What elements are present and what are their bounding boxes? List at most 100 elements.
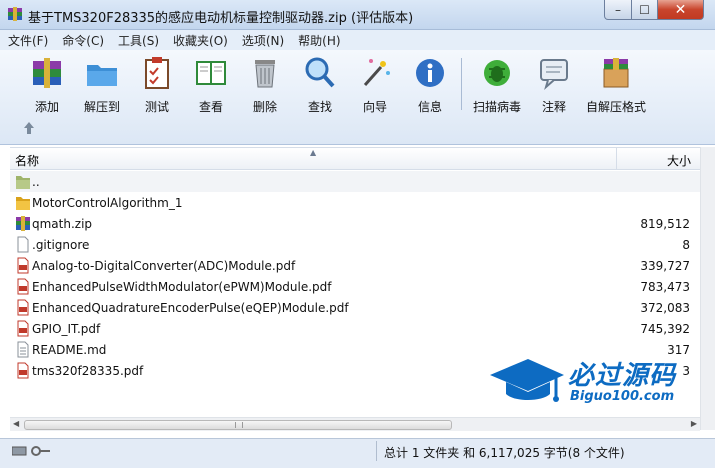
pdf-icon [17,299,29,316]
pdf-icon [17,362,29,379]
list-item[interactable]: GPIO_IT.pdf 745,392 [10,318,700,339]
drive-key-icon [12,446,50,456]
menu-file[interactable]: 文件(F) [8,32,48,49]
list-item[interactable]: MotorControlAlgorithm_1 [10,192,700,213]
column-header-size[interactable]: 大小 [667,152,691,169]
file-name: qmath.zip [32,217,93,231]
delete-button[interactable]: 删除 [245,55,285,114]
file-name: Analog-to-DigitalConverter(ADC)Module.pd… [32,259,296,273]
column-divider[interactable] [616,148,617,170]
file-size: 745,392 [640,322,690,336]
list-header: ▲ 名称 大小 [10,147,700,170]
winrar-icon [8,7,22,21]
wizard-wand-icon [363,59,390,86]
file-size: 783,473 [640,280,690,294]
menu-tools[interactable]: 工具(S) [118,32,159,49]
test-label: 测试 [144,100,169,114]
sfx-box-icon [603,58,629,88]
menu-bar: 文件(F) 命令(C) 工具(S) 收藏夹(O) 选项(N) 帮助(H) [0,30,715,50]
list-item[interactable]: EnhancedQuadratureEncoderPulse(eQEP)Modu… [10,297,700,318]
pdf-icon [17,257,29,274]
wizard-button[interactable]: 向导 [355,55,395,114]
add-archive-icon [33,58,61,88]
parent-folder-icon [16,176,30,189]
file-size: 339,727 [640,259,690,273]
horizontal-scrollbar[interactable]: ◀ ▶ [10,417,700,431]
sfx-button[interactable]: 自解压格式 [584,55,648,114]
test-clipboard-icon [145,57,169,89]
watermark-logo: 必过源码 Biguo100.com [488,353,703,413]
maximize-button[interactable]: ☐ [631,0,658,20]
scan-virus-button[interactable]: 扫描病毒 [470,55,524,114]
toolbar: 添加 解压到 测试 查看 删除 查找 向导 信息 扫描病毒 注释 自解压格式 [0,50,715,145]
text-file-icon [17,341,29,358]
graduation-cap-icon [490,359,564,402]
file-icon [17,236,29,253]
archive-icon [16,216,30,231]
view-button[interactable]: 查看 [190,55,232,114]
minimize-button[interactable]: – [604,0,632,20]
find-magnifier-icon [305,57,335,88]
status-separator [376,441,377,461]
scroll-left-icon[interactable]: ◀ [13,419,19,428]
toolbar-separator [461,58,462,110]
file-size: 372,083 [640,301,690,315]
column-header-name[interactable]: 名称 [15,152,39,169]
close-button[interactable]: ✕ [657,0,704,20]
menu-commands[interactable]: 命令(C) [62,32,104,49]
comment-button[interactable]: 注释 [534,55,574,114]
view-label: 查看 [198,100,223,114]
menu-help[interactable]: 帮助(H) [298,32,340,49]
wizard-label: 向导 [362,100,387,114]
menu-favorites[interactable]: 收藏夹(O) [173,32,228,49]
add-button[interactable]: 添加 [27,55,67,114]
file-name: tms320f28335.pdf [32,364,144,378]
list-item[interactable]: .gitignore 8 [10,234,700,255]
list-item[interactable]: EnhancedPulseWidthModulator(ePWM)Module.… [10,276,700,297]
view-book-icon [196,61,226,85]
file-size: 8 [682,238,690,252]
file-name: EnhancedQuadratureEncoderPulse(eQEP)Modu… [32,301,349,315]
info-icon [416,59,444,87]
virus-scan-icon [484,60,510,86]
extract-to-button[interactable]: 解压到 [80,55,124,114]
file-name: .. [32,175,40,189]
file-name: EnhancedPulseWidthModulator(ePWM)Module.… [32,280,332,294]
list-item[interactable]: qmath.zip 819,512 [10,213,700,234]
file-size: 819,512 [640,217,690,231]
up-level-icon[interactable] [22,120,36,136]
delete-label: 删除 [252,100,277,114]
pdf-icon [17,278,29,295]
status-summary: 总计 1 文件夹 和 6,117,025 字节(8 个文件) [384,446,625,460]
sort-ascending-icon: ▲ [310,148,317,157]
vertical-scrollbar[interactable] [700,147,715,430]
thumb-grip [235,422,243,428]
scrollbar-thumb[interactable] [24,420,452,430]
window-title: 基于TMS320F28335的感应电动机标量控制驱动器.zip (评估版本) [28,11,414,26]
title-bar: 基于TMS320F28335的感应电动机标量控制驱动器.zip (评估版本) –… [0,0,715,30]
comment-label: 注释 [541,100,566,114]
file-name: GPIO_IT.pdf [32,322,101,336]
watermark-text-en: Biguo100.com [570,389,675,404]
watermark-text-cn: 必过源码 [568,361,677,391]
info-label: 信息 [417,100,442,114]
sfx-label: 自解压格式 [585,100,646,114]
delete-trash-icon [255,60,275,88]
list-item[interactable]: .. [10,171,700,192]
file-name: .gitignore [32,238,90,252]
scan-virus-label: 扫描病毒 [472,100,521,114]
extract-to-label: 解压到 [83,100,120,114]
test-button[interactable]: 测试 [137,55,177,114]
add-label: 添加 [34,100,59,114]
menu-options[interactable]: 选项(N) [242,32,284,49]
file-name: README.md [32,343,107,357]
pdf-icon [17,320,29,337]
info-button[interactable]: 信息 [410,55,450,114]
comment-icon [540,59,568,90]
find-label: 查找 [307,100,332,114]
find-button[interactable]: 查找 [300,55,340,114]
status-bar: 总计 1 文件夹 和 6,117,025 字节(8 个文件) [0,438,715,468]
file-name: MotorControlAlgorithm_1 [32,196,183,210]
scroll-right-icon[interactable]: ▶ [691,419,697,428]
list-item[interactable]: Analog-to-DigitalConverter(ADC)Module.pd… [10,255,700,276]
